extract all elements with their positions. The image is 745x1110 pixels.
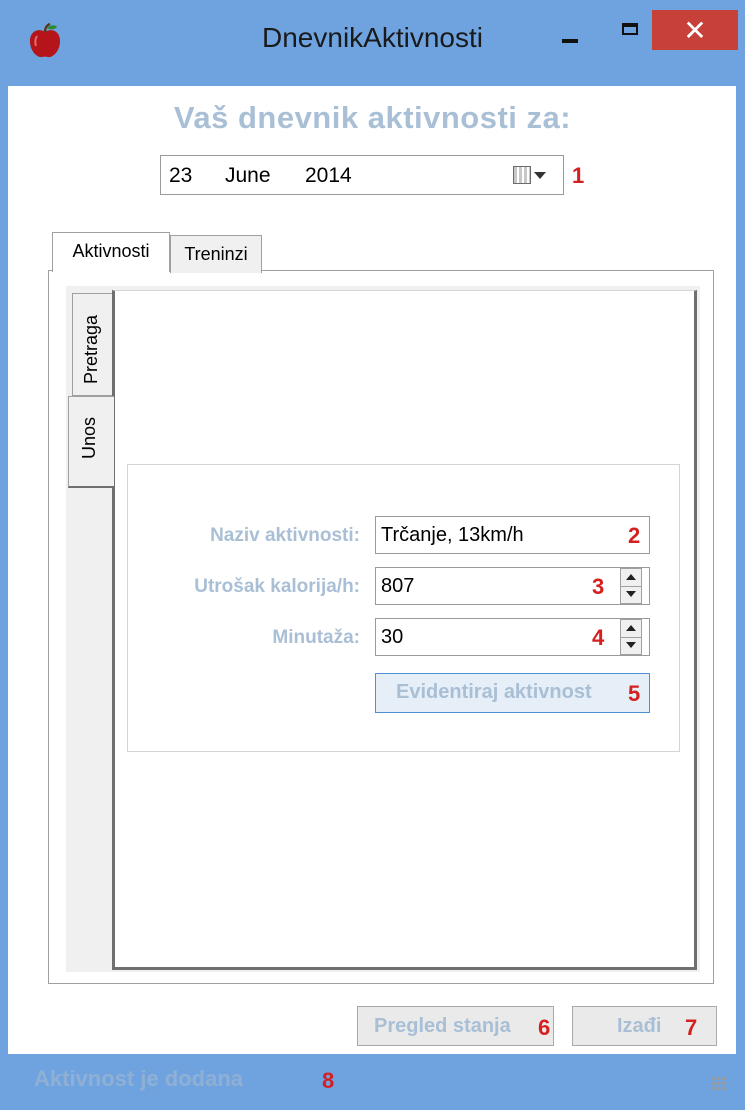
resize-grip-icon[interactable] [711,1076,727,1092]
calories-label: Utrošak kalorija/h: [194,576,360,597]
title-bar[interactable]: DnevnikAktivnosti ✕ [0,0,745,86]
activity-name-label: Naziv aktivnosti: [210,525,360,546]
minutes-label: Minutaža: [272,627,360,648]
marker-2: 2 [628,523,641,548]
minutes-stepper[interactable]: 30 [375,618,650,656]
marker-3: 3 [592,574,605,599]
tab-pretraga-label: Pretraga [81,314,101,384]
minutes-value: 30 [381,626,404,648]
activity-name-field[interactable]: Trčanje, 13km/h [375,516,650,554]
activity-name-value: Trčanje, 13km/h [381,524,524,546]
minutes-spinner-icon[interactable] [620,619,642,655]
tab-unos[interactable]: Unos [68,396,114,488]
calories-stepper[interactable]: 807 [375,567,650,605]
page-heading: Vaš dnevnik aktivnosti za: [173,100,572,135]
date-year[interactable]: 2014 [305,164,352,188]
tab-unos-label: Unos [79,416,99,459]
minimize-button[interactable] [540,10,600,50]
maximize-button[interactable] [600,10,660,50]
close-icon: ✕ [683,15,707,46]
marker-1: 1 [572,163,585,188]
tab-aktivnosti[interactable]: Aktivnosti [52,232,170,272]
app-window: DnevnikAktivnosti ✕ Vaš dnevnik aktivnos… [0,0,745,1110]
date-picker[interactable]: 23 June 2014 [160,155,564,195]
record-activity-label: Evidentiraj aktivnost [396,681,592,703]
marker-8: 8 [322,1068,335,1093]
exit-label: Izađi [617,1015,662,1037]
record-activity-button[interactable]: Evidentiraj aktivnost [375,673,650,713]
close-button[interactable]: ✕ [652,10,738,50]
date-month[interactable]: June [225,164,271,188]
marker-4: 4 [592,625,605,650]
calendar-icon[interactable] [513,166,531,184]
date-day[interactable]: 23 [169,164,192,188]
calories-spinner-icon[interactable] [620,568,642,604]
tab-pretraga[interactable]: Pretraga [72,293,112,396]
overview-button[interactable]: Pregled stanja [357,1006,554,1046]
status-text: Aktivnost je dodana [34,1066,244,1091]
tab-treninzi[interactable]: Treninzi [170,235,262,273]
calories-value: 807 [381,575,415,597]
chevron-down-icon[interactable] [534,172,546,179]
marker-5: 5 [628,681,641,706]
overview-label: Pregled stanja [374,1015,511,1037]
marker-6: 6 [538,1015,551,1040]
marker-7: 7 [685,1015,698,1040]
